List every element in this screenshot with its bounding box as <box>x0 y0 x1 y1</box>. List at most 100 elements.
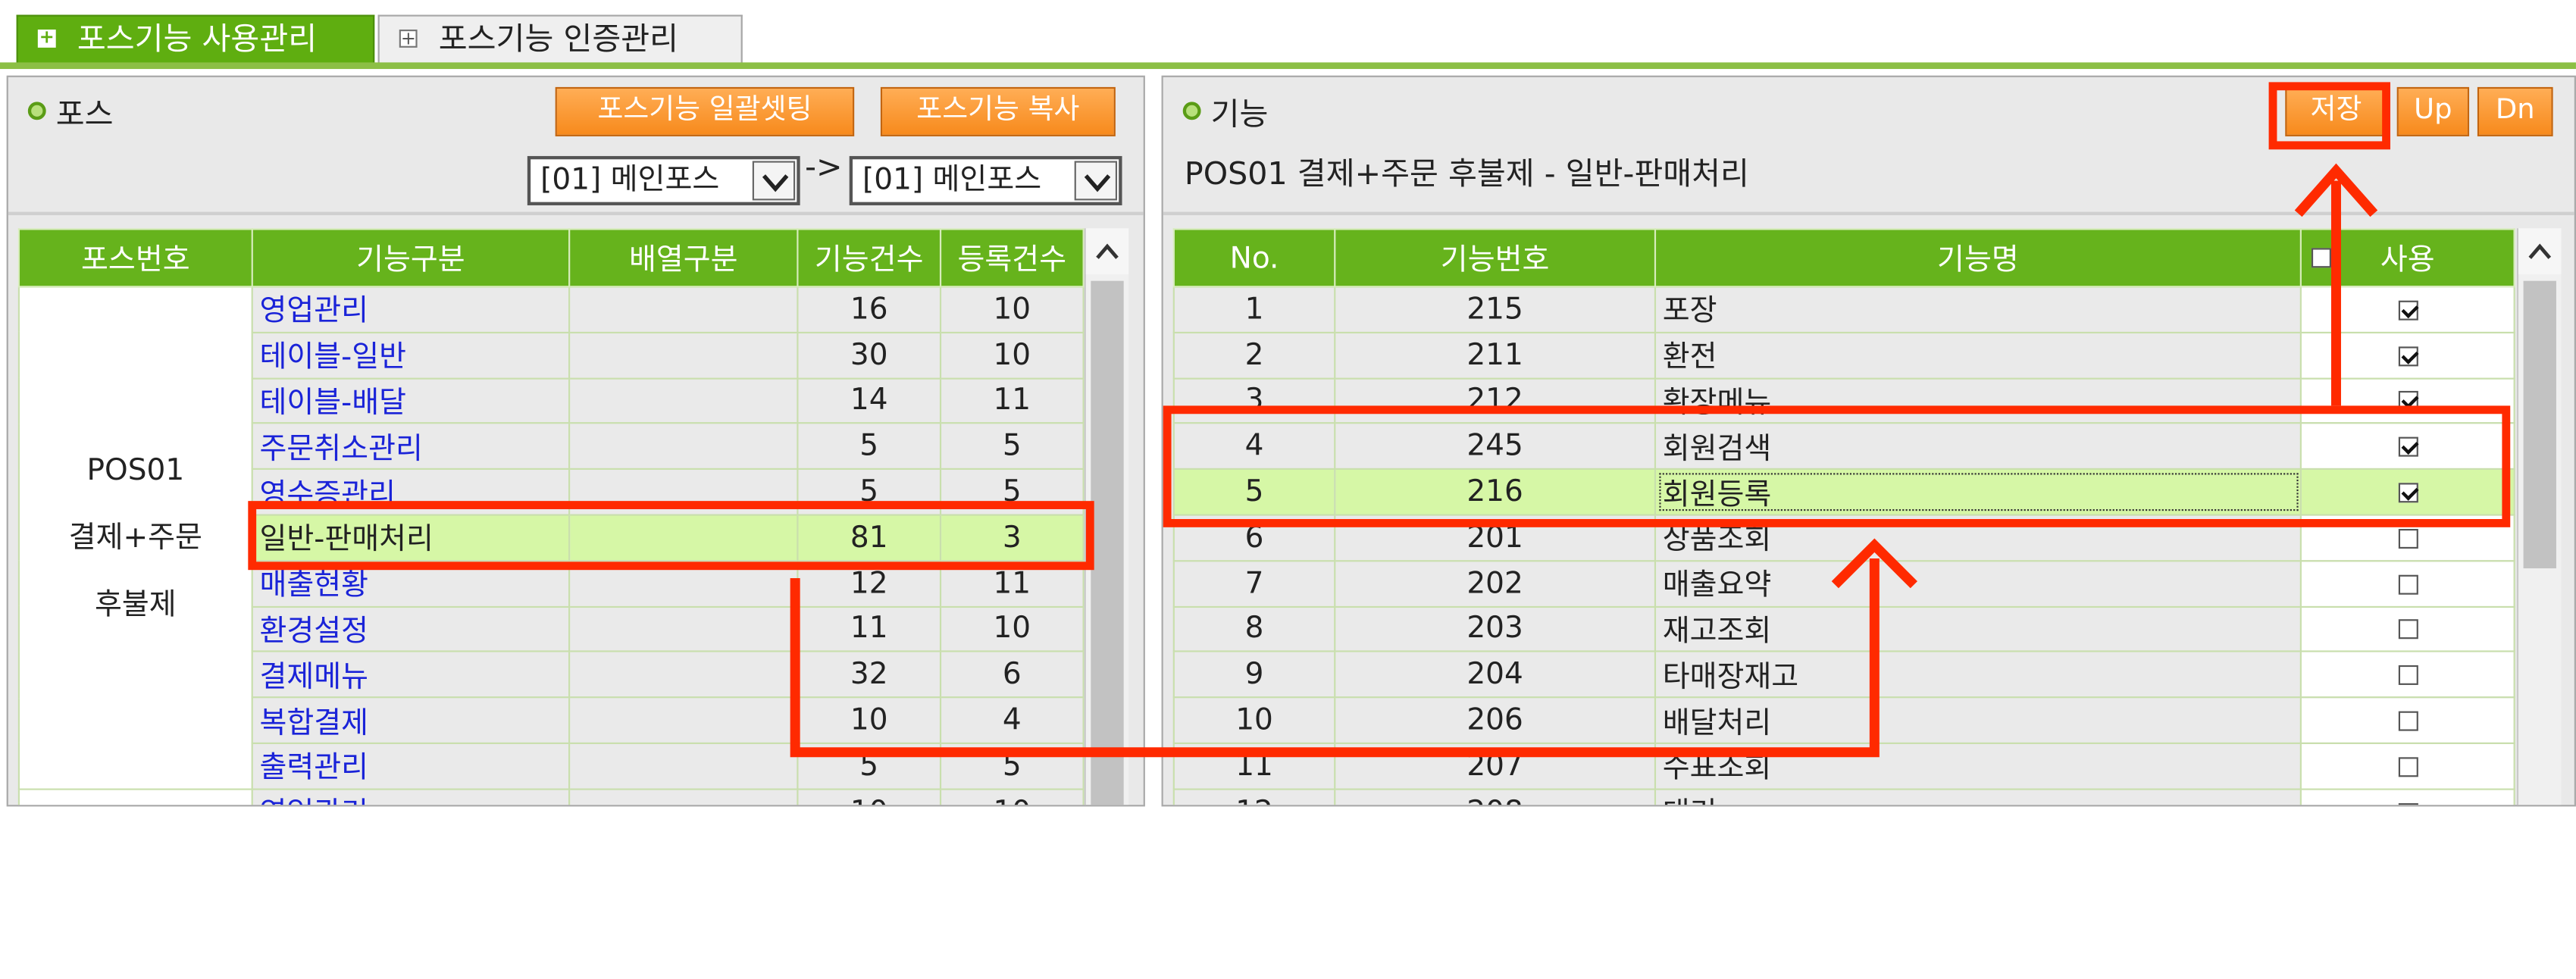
use-checkbox[interactable] <box>2397 528 2418 549</box>
panel-separator <box>8 211 1144 215</box>
col-function-code[interactable]: 기능번호 <box>1334 228 1657 288</box>
registered-count-cell: 10 <box>939 787 1085 805</box>
col-function-name[interactable]: 기능명 <box>1654 228 2302 288</box>
copy-button[interactable]: 포스기능 복사 <box>880 86 1116 136</box>
category-link[interactable]: 출력관리 <box>251 742 571 790</box>
target-pos-select[interactable]: [01] 메인포스 <box>849 155 1122 205</box>
table-row[interactable]: 영업관리 1010 <box>17 787 1085 805</box>
scroll-thumb[interactable] <box>1091 280 1124 805</box>
category-link[interactable]: 결제메뉴 <box>251 651 571 699</box>
plus-icon: + <box>37 26 56 48</box>
category-link[interactable]: 테이블-배달 <box>251 377 571 425</box>
col-registered-count[interactable]: 등록건수 <box>939 228 1085 288</box>
function-code-cell: 202 <box>1334 559 1657 608</box>
category-link[interactable]: 복합결제 <box>251 696 571 744</box>
function-panel-title: 기능 <box>1182 90 1268 135</box>
scroll-thumb[interactable] <box>2523 280 2556 569</box>
array-category-cell <box>568 286 799 333</box>
used-cell <box>2299 787 2515 805</box>
table-row[interactable]: 9 204 타매장재고 <box>1172 651 2515 699</box>
function-count-cell: 30 <box>797 331 942 379</box>
function-no-cell: 10 <box>1172 696 1336 744</box>
col-function-category[interactable]: 기능구분 <box>251 228 571 288</box>
array-category-cell <box>568 696 799 744</box>
array-category-cell <box>568 742 799 790</box>
highlight-box-selected-category <box>248 501 1094 571</box>
function-name-cell: 환전 <box>1654 331 2302 379</box>
table-row[interactable]: 12208대리 <box>1172 787 2515 805</box>
table-row[interactable]: 10 206 배달처리 <box>1172 696 2515 744</box>
function-code-cell: 211 <box>1334 331 1657 379</box>
use-checkbox[interactable] <box>2397 802 2418 805</box>
use-checkbox[interactable] <box>2397 620 2418 640</box>
table-row[interactable]: 2 211 환전 <box>1172 331 2515 379</box>
table-row[interactable]: 11 207 수표조회 <box>1172 742 2515 790</box>
registered-count-cell: 10 <box>939 286 1085 333</box>
scroll-up-icon[interactable] <box>2518 228 2562 275</box>
function-count-cell: 32 <box>797 651 942 699</box>
function-count-cell: 5 <box>797 422 942 471</box>
function-count-cell: 10 <box>797 696 942 744</box>
scroll-up-icon[interactable] <box>1085 228 1129 275</box>
col-pos-number[interactable]: 포스번호 <box>17 228 253 288</box>
tab-pos-function-usage[interactable]: + 포스기능 사용관리 <box>16 14 375 64</box>
highlight-box-selected-functions <box>1163 405 2511 527</box>
function-count-cell: 11 <box>797 605 942 653</box>
table-row[interactable]: 1 215 포장 <box>1172 286 2515 333</box>
bullet-icon <box>1182 102 1201 120</box>
used-cell <box>2299 651 2515 699</box>
bullet-icon <box>27 102 46 120</box>
function-no-cell: 12 <box>1172 787 1336 805</box>
array-category-cell <box>568 787 799 805</box>
table-row[interactable]: 8 203 재고조회 <box>1172 605 2515 653</box>
used-cell <box>2299 331 2515 379</box>
use-checkbox[interactable] <box>2397 665 2418 686</box>
function-table-scrollbar[interactable] <box>2516 228 2562 805</box>
pos-group-line: 결제+주문 <box>68 520 202 555</box>
registered-count-cell: 5 <box>939 422 1085 471</box>
used-cell <box>2299 696 2515 744</box>
registered-count-cell: 4 <box>939 696 1085 744</box>
pos-panel: 포스 포스기능 일괄셋팅 포스기능 복사 [01] 메인포스 -> [01] 메… <box>6 75 1145 807</box>
tab-label: 포스기능 사용관리 <box>77 21 318 58</box>
function-no-cell: 2 <box>1172 331 1336 379</box>
select-all-checkbox[interactable] <box>2311 248 2331 268</box>
function-name-cell: 포장 <box>1654 286 2302 333</box>
bulk-setting-button[interactable]: 포스기능 일괄셋팅 <box>555 86 855 136</box>
table-row[interactable]: 7 202 매출요약 <box>1172 559 2515 608</box>
category-link[interactable]: 주문취소관리 <box>251 422 571 471</box>
col-no[interactable]: No. <box>1172 228 1336 288</box>
registered-count-cell: 6 <box>939 651 1085 699</box>
function-name-cell: 매출요약 <box>1654 559 2302 608</box>
category-link[interactable]: 영업관리 <box>251 787 571 805</box>
move-up-button[interactable]: Up <box>2396 86 2470 136</box>
category-link[interactable]: 테이블-일반 <box>251 331 571 379</box>
chevron-down-icon <box>752 161 796 201</box>
use-checkbox[interactable] <box>2397 574 2418 594</box>
function-code-cell: 203 <box>1334 605 1657 653</box>
use-checkbox[interactable] <box>2397 346 2418 366</box>
panel-separator <box>1163 211 2574 215</box>
col-used: 사용 <box>2299 228 2515 288</box>
col-array-category[interactable]: 배열구분 <box>568 228 799 288</box>
use-checkbox[interactable] <box>2397 757 2418 777</box>
use-checkbox[interactable] <box>2397 300 2418 321</box>
source-pos-select[interactable]: [01] 메인포스 <box>527 155 800 205</box>
move-down-button[interactable]: Dn <box>2477 86 2553 136</box>
use-checkbox[interactable] <box>2397 711 2418 731</box>
category-link[interactable]: 환경설정 <box>251 605 571 653</box>
array-category-cell <box>568 422 799 471</box>
function-code-cell: 215 <box>1334 286 1657 333</box>
tab-pos-function-auth[interactable]: + 포스기능 인증관리 <box>377 14 743 64</box>
category-link[interactable]: 영업관리 <box>251 286 571 333</box>
col-function-count[interactable]: 기능건수 <box>797 228 942 288</box>
pos-group-line: POS01 <box>86 453 185 488</box>
array-category-cell <box>568 605 799 653</box>
function-name-cell: 대리 <box>1654 787 2302 805</box>
table-row[interactable]: POS01 결제+주문 후불제 영업관리 16 10 <box>17 286 1085 790</box>
function-code-cell: 208 <box>1334 787 1657 805</box>
copy-direction-arrow: -> <box>805 149 843 186</box>
used-cell <box>2299 742 2515 790</box>
used-cell <box>2299 605 2515 653</box>
function-no-cell: 9 <box>1172 651 1336 699</box>
